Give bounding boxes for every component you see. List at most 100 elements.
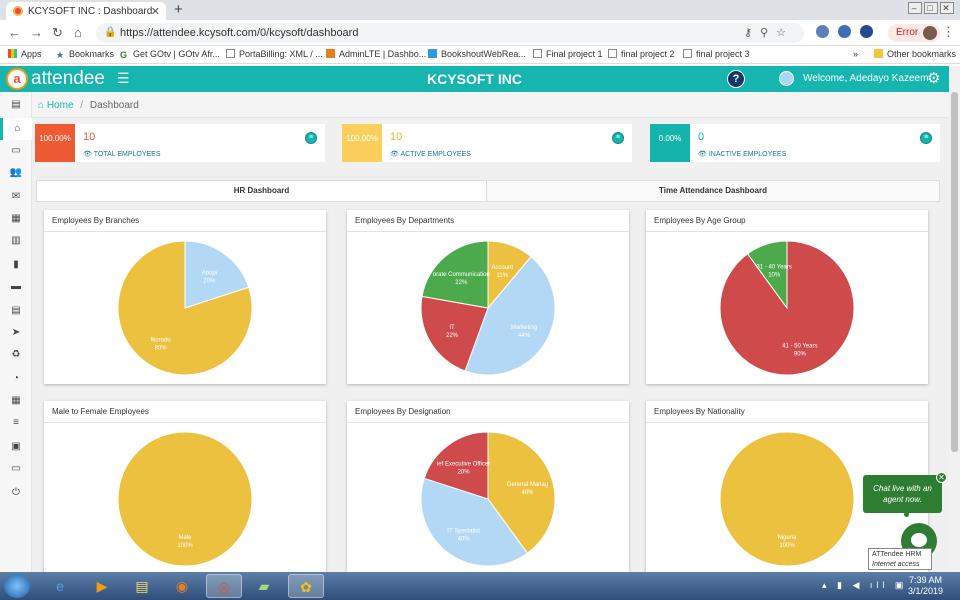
chat-indicator	[904, 512, 909, 517]
stat-label[interactable]: 👁 ACTIVE EMPLOYEES	[390, 150, 471, 158]
panel-title: Employees By Designation	[347, 401, 629, 423]
star-icon[interactable]: ☆	[776, 27, 794, 39]
sidebar-item-money[interactable]: ▭	[0, 458, 32, 480]
slice-percent-label: 40%	[521, 490, 534, 496]
bookmark-apps[interactable]: Apps	[8, 49, 42, 59]
home-icon[interactable]: ⌂	[74, 25, 82, 40]
zoom-icon[interactable]: ⚲	[760, 27, 776, 39]
slice-percent-label: 100%	[779, 543, 795, 549]
scrollbar-thumb[interactable]	[951, 92, 958, 452]
app-icon[interactable]: ✿	[288, 574, 324, 598]
slice-label: 31 - 40 Years	[757, 265, 792, 271]
bookmark-bookshout[interactable]: BookshoutWebRea...	[428, 49, 526, 59]
address-toolbar: ← → ↻ ⌂ 🔒 https://attendee.kcysoft.com/0…	[0, 20, 960, 46]
sidebar-item-book[interactable]: ▥	[0, 230, 32, 252]
page-scrollbar[interactable]	[949, 66, 960, 572]
browser-tab[interactable]: KCYSOFT INC : Dashboard ✕	[6, 2, 166, 20]
slice-percent-label: 11%	[496, 273, 508, 279]
notes-icon[interactable]: ▰	[246, 574, 282, 598]
sidebar-item-briefcase[interactable]: ▬	[0, 276, 32, 298]
sidebar-item-menu[interactable]: ≡	[0, 412, 32, 434]
new-tab-icon[interactable]: +	[174, 1, 183, 18]
sidebar-item-id-card[interactable]: ▭	[0, 140, 32, 162]
extension-icon[interactable]	[838, 25, 851, 38]
minimize-icon[interactable]: –	[908, 2, 922, 14]
sidebar-item-list[interactable]: ▤	[0, 94, 32, 116]
reload-icon[interactable]: ↻	[52, 25, 63, 41]
stat-label[interactable]: 👁 TOTAL EMPLOYEES	[83, 150, 161, 158]
sidebar-item-calendar[interactable]: ▦	[0, 208, 32, 230]
sidebar: ▤ ⌂ ▭ 👥 ✉ ▦ ▥ ▮ ▬ ▤ ➤ ♻ ◔ ▦ ≡ ▣ ▭ ⏻	[0, 92, 32, 572]
site-favicon-icon	[13, 6, 23, 16]
bookmark-final-project-1[interactable]: Final project 1	[533, 49, 603, 59]
ie-icon[interactable]: e	[42, 574, 78, 598]
browser-menu-icon[interactable]: ⋮	[942, 24, 955, 40]
slice-percent-label: 80%	[155, 346, 168, 352]
gear-icon[interactable]: ⚙	[927, 69, 940, 87]
url-bar[interactable]: 🔒 https://attendee.kcysoft.com/0/kcysoft…	[96, 23, 804, 43]
stat-percent-badge: 100.00%	[342, 124, 382, 162]
chat-close-icon[interactable]: ✕	[936, 472, 947, 483]
start-button[interactable]	[4, 574, 30, 598]
close-window-icon[interactable]: ✕	[940, 2, 954, 14]
folder-icon	[874, 49, 883, 58]
profile-error-button[interactable]: Error	[888, 24, 941, 42]
maximize-icon[interactable]: □	[924, 2, 938, 14]
breadcrumb-current: Dashboard	[89, 100, 139, 111]
breadcrumb-home[interactable]: Home	[47, 100, 74, 111]
bookmark-other[interactable]: Other bookmarks	[874, 49, 956, 59]
tab-time-attendance[interactable]: Time Attendance Dashboard	[486, 181, 939, 201]
breadcrumb: ⌂ Home / Dashboard	[32, 92, 949, 118]
sidebar-item-home[interactable]: ⌂	[0, 118, 32, 140]
sidebar-item-table[interactable]: ▤	[0, 300, 32, 322]
bookmark-final-project-2[interactable]: final project 2	[608, 49, 675, 59]
breadcrumb-home-icon[interactable]: ⌂	[38, 100, 44, 111]
file-explorer-icon[interactable]: ▤	[124, 574, 160, 598]
chrome-icon[interactable]: ◎	[206, 574, 242, 598]
gotv-icon: G	[120, 50, 128, 60]
firefox-icon[interactable]: ◉	[164, 574, 200, 598]
sidebar-item-mail[interactable]: ✉	[0, 186, 32, 208]
user-avatar[interactable]	[779, 71, 794, 86]
stat-menu-icon[interactable]: ≡	[612, 132, 624, 144]
bookmark-bookmarks[interactable]: ★ Bookmarks	[56, 49, 114, 60]
sidebar-item-calculator[interactable]: ▣	[0, 436, 32, 458]
star-icon: ★	[56, 50, 65, 60]
bookmark-adminlte[interactable]: AdminLTE | Dashbo...	[326, 49, 426, 59]
bookshout-icon	[428, 49, 437, 58]
close-tab-icon[interactable]: ✕	[151, 5, 160, 18]
slice-label: orate Communication	[433, 272, 490, 278]
bookmark-portabilling[interactable]: PortaBilling: XML / ...	[226, 49, 323, 59]
stat-value: 0	[698, 131, 705, 143]
live-chat-bubble[interactable]: Chat live with an agent now.	[863, 475, 942, 513]
welcome-text[interactable]: Welcome, Adedayo Kazeem	[803, 73, 928, 84]
stat-label[interactable]: 👁 INACTIVE EMPLOYEES	[698, 150, 786, 158]
url-text: https://attendee.kcysoft.com/0/kcysoft/d…	[120, 27, 359, 39]
help-icon[interactable]: ?	[727, 70, 745, 88]
sidebar-item-send[interactable]: ➤	[0, 322, 32, 344]
bookmark-gotv[interactable]: G Get GOtv | GOtv Afr...	[120, 49, 220, 60]
sidebar-item-power[interactable]: ⏻	[0, 482, 32, 504]
sidebar-item-users[interactable]: 👥	[0, 162, 32, 184]
key-icon[interactable]: ⚷	[744, 27, 760, 39]
back-icon[interactable]: ←	[8, 25, 21, 40]
stat-menu-icon[interactable]: ≡	[920, 132, 932, 144]
age-group-pie-chart: 41 - 50 Years 90% 31 - 40 Years 10%	[719, 240, 855, 376]
taskbar-clock[interactable]: 7:39 AM 3/1/2019	[908, 575, 943, 597]
slice-percent-label: 22%	[455, 280, 468, 286]
extension-icon[interactable]	[816, 25, 829, 38]
stat-menu-icon[interactable]: ≡	[305, 132, 317, 144]
browser-tab-bar: KCYSOFT INC : Dashboard ✕ + – □ ✕	[0, 0, 960, 20]
sidebar-item-recycle[interactable]: ♻	[0, 344, 32, 366]
panel-title: Employees By Age Group	[646, 210, 928, 232]
more-bookmarks-icon[interactable]: »	[853, 49, 858, 59]
sidebar-item-pie[interactable]: ◔	[0, 368, 32, 390]
system-tray[interactable]: ▴ ▮ ◀ ıll ▣	[822, 580, 907, 591]
sidebar-item-report[interactable]: ▦	[0, 390, 32, 412]
tab-hr-dashboard[interactable]: HR Dashboard	[37, 181, 486, 201]
sidebar-item-bookmark[interactable]: ▮	[0, 254, 32, 276]
forward-icon[interactable]: →	[30, 25, 43, 40]
extension-icon[interactable]	[860, 25, 873, 38]
bookmark-final-project-3[interactable]: final project 3	[683, 49, 750, 59]
media-player-icon[interactable]: ▶	[84, 574, 120, 598]
